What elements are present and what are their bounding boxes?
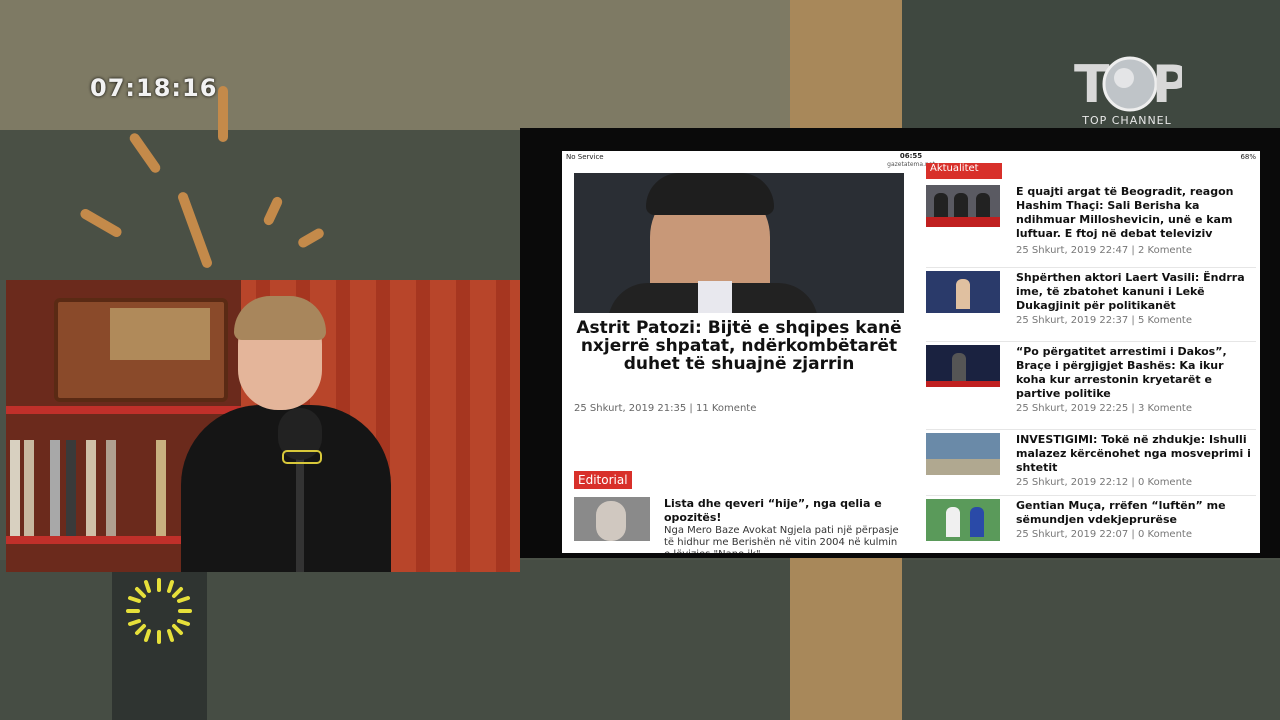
news-item[interactable]: Gentian Muça, rrëfen “luftën” me sëmundj… — [926, 499, 1256, 549]
news-title[interactable]: Shpërthen aktori Laert Vasili: Ëndrra im… — [1016, 271, 1256, 313]
studio-monitor: No Service 06:55 gazetatema.net 68% Aktu… — [520, 128, 1280, 558]
news-meta: 25 Shkurt, 2019 22:25 | 3 Komente — [1016, 403, 1192, 414]
news-meta: 25 Shkurt, 2019 22:37 | 5 Komente — [1016, 315, 1192, 326]
studio-camera-feed — [6, 280, 520, 572]
editorial-photo[interactable] — [574, 497, 650, 541]
device-status-bar: No Service 06:55 gazetatema.net 68% — [562, 151, 1260, 169]
news-item[interactable]: INVESTIGIMI: Tokë në zhdukje: Ishulli ma… — [926, 433, 1256, 496]
news-item[interactable]: “Po përgatitet arrestimi i Dakos”, Braçe… — [926, 345, 1256, 430]
main-article-photo[interactable] — [574, 173, 904, 313]
main-article-meta: 25 Shkurt, 2019 21:35 | 11 Komente — [574, 403, 757, 414]
news-thumbnail[interactable] — [926, 185, 1000, 227]
news-title[interactable]: “Po përgatitet arrestimi i Dakos”, Braçe… — [1016, 345, 1256, 401]
sun-ray-decoration — [218, 86, 228, 142]
top-channel-logo-icon: T P — [1074, 55, 1190, 115]
studio-backdrop-panel — [0, 130, 520, 280]
vintage-radio — [54, 298, 228, 402]
battery-status: 68% — [1240, 153, 1256, 161]
news-item[interactable]: E quajti argat të Beogradit, reagon Hash… — [926, 185, 1256, 268]
editorial-tag[interactable]: Editorial — [574, 471, 632, 489]
news-title[interactable]: INVESTIGIMI: Tokë në zhdukje: Ishulli ma… — [1016, 433, 1256, 475]
channel-logo: T P TOP CHANNEL — [1072, 52, 1190, 132]
news-thumbnail[interactable] — [926, 271, 1000, 313]
address-bar[interactable]: gazetatema.net — [562, 161, 1260, 168]
news-meta: 25 Shkurt, 2019 22:07 | 0 Komente — [1016, 529, 1192, 540]
main-article-headline[interactable]: Astrit Patozi: Bijtë e shqipes kanë nxje… — [574, 319, 904, 373]
news-item[interactable]: Shpërthen aktori Laert Vasili: Ëndrra im… — [926, 271, 1256, 342]
editorial-title[interactable]: Lista dhe qeveri “hije”, nga qelia e opo… — [664, 497, 904, 525]
news-meta: 25 Shkurt, 2019 22:47 | 2 Komente — [1016, 245, 1192, 256]
news-title[interactable]: Gentian Muça, rrëfen “luftën” me sëmundj… — [1016, 499, 1256, 527]
clock-readout: 07:18:16 — [90, 74, 218, 102]
show-sun-logo-icon — [126, 578, 192, 644]
device-time: 06:55 — [899, 152, 923, 160]
news-thumbnail[interactable] — [926, 345, 1000, 387]
editorial-excerpt: Nga Mero Baze Avokat Ngjela pati një për… — [664, 525, 899, 553]
channel-logo-text: TOP CHANNEL — [1082, 114, 1172, 127]
news-thumbnail[interactable] — [926, 433, 1000, 475]
news-meta: 25 Shkurt, 2019 22:12 | 0 Komente — [1016, 477, 1192, 488]
website-screen: No Service 06:55 gazetatema.net 68% Aktu… — [562, 151, 1260, 553]
svg-text:P: P — [1152, 55, 1182, 114]
news-thumbnail[interactable] — [926, 499, 1000, 541]
news-title[interactable]: E quajti argat të Beogradit, reagon Hash… — [1016, 185, 1256, 241]
section-tag[interactable]: Aktualitet — [926, 163, 1002, 179]
